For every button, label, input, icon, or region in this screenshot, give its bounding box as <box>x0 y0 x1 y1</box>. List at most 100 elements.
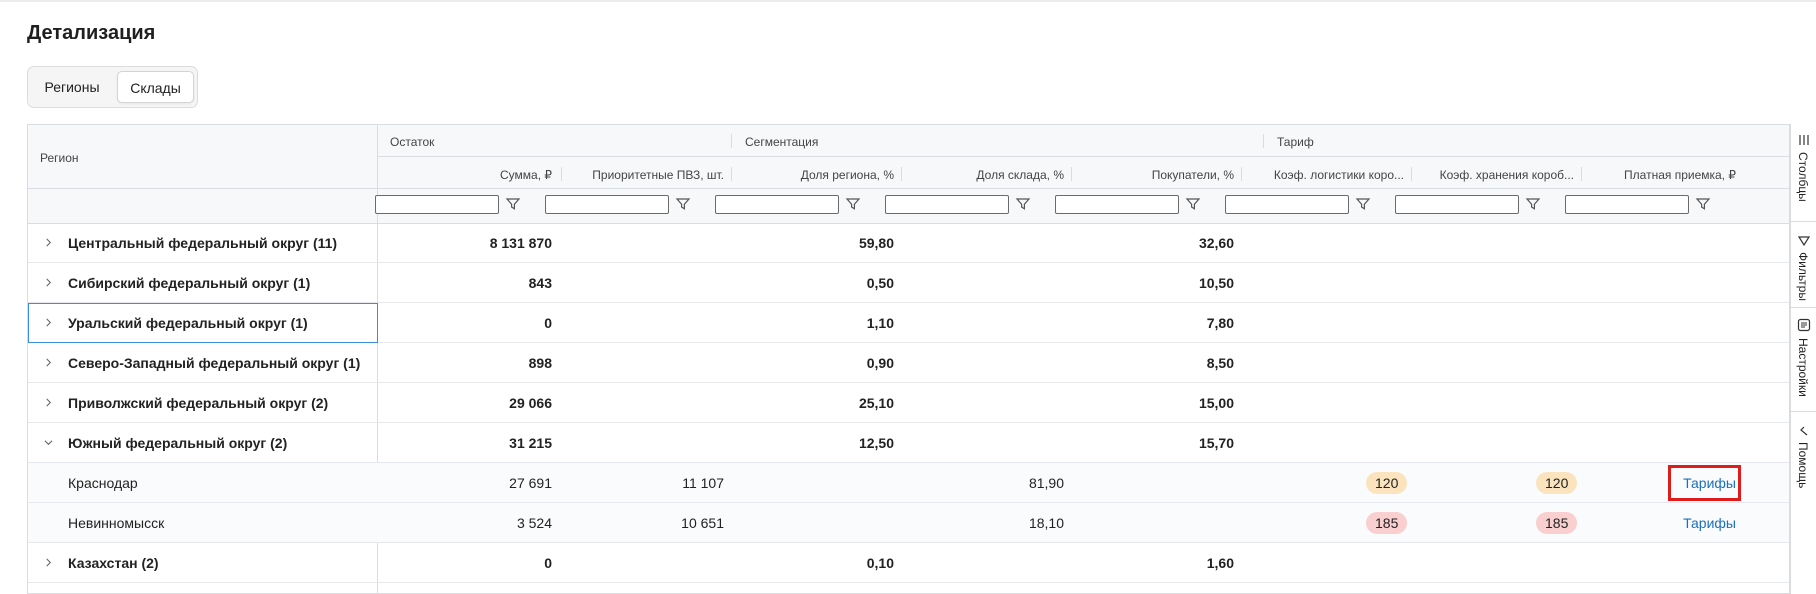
filter-input-warehouse-share[interactable] <box>885 195 1009 214</box>
cell-buyers: 7,80 <box>1206 315 1234 331</box>
column-header-sum[interactable]: Сумма, ₽ <box>388 168 552 182</box>
cell-priority-pvz: 11 107 <box>682 475 724 491</box>
table-row[interactable]: Центральный федеральный округ (11) 8 131… <box>28 223 1789 263</box>
cell-buyers: 15,70 <box>1198 435 1234 451</box>
filter-icon[interactable] <box>1185 196 1201 212</box>
cell-buyers: 8,50 <box>1206 355 1234 371</box>
column-header-region[interactable]: Регион <box>40 151 79 165</box>
filter-icon[interactable] <box>505 196 521 212</box>
cell-region-share: 0,50 <box>866 275 894 291</box>
side-tab-label: Настройки <box>1796 338 1810 397</box>
side-tab-settings[interactable]: Настройки <box>1791 308 1816 412</box>
cell-buyers: 10,50 <box>1198 275 1234 291</box>
highlight-box <box>1668 465 1741 501</box>
cell-sum: 898 <box>528 355 552 371</box>
columns-icon <box>1799 135 1809 145</box>
chevron-right-icon[interactable] <box>44 398 53 407</box>
group-header-ostatok: Остаток <box>390 135 435 149</box>
filter-icon[interactable] <box>1355 196 1371 212</box>
table-row[interactable]: Невинномысск 3 524 10 651 18,10 185 185 … <box>28 503 1789 543</box>
filter-icon[interactable] <box>845 196 861 212</box>
cell-region-share: 1,10 <box>866 315 894 331</box>
cell-priority-pvz: 10 651 <box>681 515 724 531</box>
filter-icon[interactable] <box>675 196 691 212</box>
column-header-buyers[interactable]: Покупатели, % <box>1078 168 1234 182</box>
check-icon <box>1800 426 1808 436</box>
cell-region-share: 0,90 <box>866 355 894 371</box>
column-header-region-share[interactable]: Доля региона, % <box>738 168 894 182</box>
row-region-name: Уральский федеральный округ (1) <box>68 315 308 331</box>
tab-regions[interactable]: Регионы <box>32 71 112 103</box>
row-region-name: Северо-Западный федеральный округ (1) <box>68 355 361 371</box>
cell-sum: 29 066 <box>509 395 552 411</box>
column-header-priority-pvz[interactable]: Приоритетные ПВЗ, шт. <box>568 168 724 182</box>
cell-region-share: 0,10 <box>866 555 894 571</box>
chevron-right-icon[interactable] <box>44 558 53 567</box>
filter-input-priority-pvz[interactable] <box>545 195 669 214</box>
table-row[interactable]: Уральский федеральный округ (1) 0 1,10 7… <box>28 303 1789 343</box>
cell-sum: 843 <box>528 275 552 291</box>
filter-input-logistics-coef[interactable] <box>1225 195 1349 214</box>
filter-input-buyers[interactable] <box>1055 195 1179 214</box>
row-warehouse-name: Невинномысск <box>68 515 165 531</box>
side-tab-label: Помощь <box>1796 442 1810 489</box>
filter-icon[interactable] <box>1015 196 1031 212</box>
cell-sum: 8 131 870 <box>489 235 552 251</box>
page-title: Детализация <box>27 22 156 44</box>
storage-coef-badge: 120 <box>1536 472 1578 494</box>
side-tab-label: Фильтры <box>1796 252 1810 301</box>
side-tab-filters[interactable]: Фильтры <box>1791 222 1816 308</box>
chevron-down-icon[interactable] <box>44 438 53 447</box>
table-row[interactable]: Приволжский федеральный округ (2) 29 066… <box>28 383 1789 423</box>
table-row[interactable]: Казахстан (2) 0 0,10 1,60 <box>28 543 1789 583</box>
row-region-name: Казахстан (2) <box>68 555 159 571</box>
filter-input-storage-coef[interactable] <box>1395 195 1519 214</box>
side-tool-panel: Столбцы Фильтры Настройки Помощь <box>1790 124 1816 594</box>
cell-region-share: 25,10 <box>858 395 894 411</box>
chevron-right-icon[interactable] <box>44 358 53 367</box>
cell-warehouse-share: 18,10 <box>1028 515 1064 531</box>
row-warehouse-name: Краснодар <box>68 475 138 491</box>
table-row[interactable]: Краснодар 27 691 11 107 81,90 120 120 Та… <box>28 463 1789 503</box>
top-border <box>0 0 1816 2</box>
settings-icon <box>1797 318 1811 332</box>
side-tab-help[interactable]: Помощь <box>1791 412 1816 502</box>
chevron-right-icon[interactable] <box>44 278 53 287</box>
filter-input-region-share[interactable] <box>715 195 839 214</box>
table-header: Регион Остаток Сегментация Тариф Сумма, … <box>28 125 1789 224</box>
filter-input-sum[interactable] <box>375 195 499 214</box>
cell-sum: 27 691 <box>509 475 552 491</box>
chevron-right-icon[interactable] <box>44 238 53 247</box>
table-row[interactable]: Сибирский федеральный округ (1) 843 0,50… <box>28 263 1789 303</box>
logistics-coef-badge: 185 <box>1366 512 1408 534</box>
column-header-warehouse-share[interactable]: Доля склада, % <box>908 168 1064 182</box>
row-region-name: Сибирский федеральный округ (1) <box>68 275 311 291</box>
side-tab-label: Столбцы <box>1796 152 1810 202</box>
cell-buyers: 1,60 <box>1206 555 1234 571</box>
group-header-tariff: Тариф <box>1277 135 1314 149</box>
cell-sum: 3 524 <box>516 515 552 531</box>
cell-sum: 0 <box>544 555 552 571</box>
filter-icon <box>1797 236 1811 247</box>
cell-region-share: 12,50 <box>858 435 894 451</box>
cell-warehouse-share: 81,90 <box>1028 475 1064 491</box>
cell-buyers: 15,00 <box>1198 395 1234 411</box>
filter-icon[interactable] <box>1525 196 1541 212</box>
cell-sum: 31 215 <box>509 435 552 451</box>
side-tab-columns[interactable]: Столбцы <box>1791 124 1816 222</box>
table-row[interactable]: Северо-Западный федеральный округ (1) 89… <box>28 343 1789 383</box>
table-row[interactable]: Южный федеральный округ (2) 31 215 12,50… <box>28 423 1789 463</box>
filter-icon[interactable] <box>1695 196 1711 212</box>
chevron-right-icon[interactable] <box>44 318 53 327</box>
filter-input-paid-acceptance[interactable] <box>1565 195 1689 214</box>
group-header-segmentation: Сегментация <box>745 135 819 149</box>
column-header-storage-coef[interactable]: Коэф. хранения короб... <box>1418 168 1574 182</box>
column-header-logistics-coef[interactable]: Коэф. логистики коро... <box>1248 168 1404 182</box>
view-segmented-control: Регионы Склады <box>27 66 198 108</box>
row-region-name: Южный федеральный округ (2) <box>68 435 288 451</box>
cell-region-share: 59,80 <box>858 235 894 251</box>
row-region-name: Центральный федеральный округ (11) <box>68 235 338 251</box>
tariffs-link[interactable]: Тарифы <box>1628 503 1736 543</box>
column-header-paid-acceptance[interactable]: Платная приемка, ₽ <box>1588 168 1736 182</box>
tab-warehouses[interactable]: Склады <box>117 71 194 103</box>
